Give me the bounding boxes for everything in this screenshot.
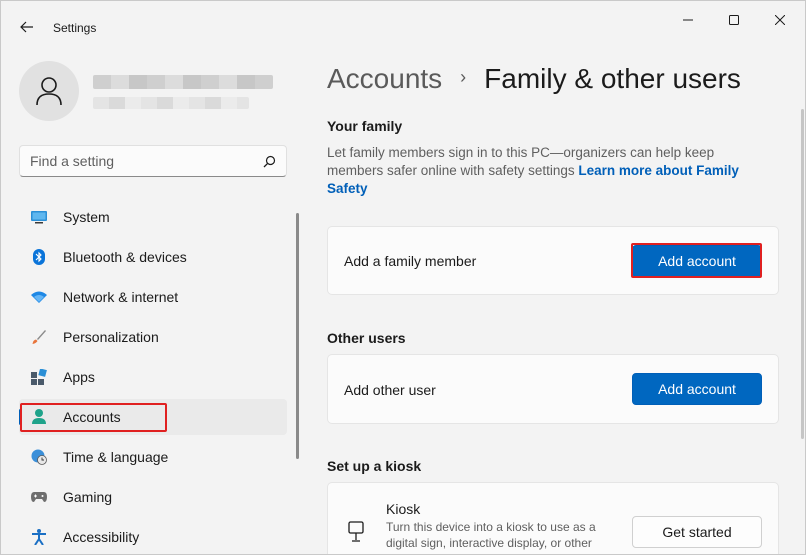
sidebar-item-label: Accounts: [63, 409, 121, 425]
kiosk-description: Turn this device into a kiosk to use as …: [386, 520, 596, 550]
person-icon: [31, 409, 47, 425]
minimize-button[interactable]: [665, 1, 711, 39]
sidebar-item-label: Apps: [63, 369, 95, 385]
sidebar-nav: System Bluetooth & devices Network & int…: [19, 199, 287, 554]
sidebar-scrollbar[interactable]: [296, 213, 299, 459]
app-title: Settings: [53, 21, 97, 35]
sidebar-item-label: System: [63, 209, 110, 225]
settings-window: Settings System: [0, 0, 806, 555]
title-bar: Settings: [1, 1, 805, 49]
card-label: Add other user: [344, 382, 436, 398]
sidebar-item-personalization[interactable]: Personalization: [19, 319, 287, 355]
sidebar-item-label: Network & internet: [63, 289, 179, 305]
maximize-icon: [729, 15, 739, 25]
section-heading-kiosk: Set up a kiosk: [327, 458, 422, 474]
search-box[interactable]: [19, 145, 287, 177]
chevron-right-icon: ›: [460, 66, 467, 87]
maximize-button[interactable]: [711, 1, 757, 39]
monitor-icon: [31, 209, 47, 225]
sidebar-item-label: Personalization: [63, 329, 159, 345]
section-heading-family: Your family: [327, 118, 403, 134]
back-button[interactable]: [13, 13, 41, 41]
breadcrumb-parent[interactable]: Accounts: [327, 63, 442, 95]
kiosk-title: Kiosk: [386, 501, 421, 517]
sidebar-item-label: Gaming: [63, 489, 113, 505]
sidebar-item-label: Bluetooth & devices: [63, 249, 187, 265]
add-other-account-button[interactable]: Add account: [632, 373, 762, 405]
avatar[interactable]: [19, 61, 79, 121]
section-heading-other-users: Other users: [327, 330, 406, 346]
search-icon[interactable]: [262, 154, 276, 168]
close-icon: [775, 15, 785, 25]
globe-clock-icon: [31, 449, 47, 465]
sidebar-item-bluetooth-devices[interactable]: Bluetooth & devices: [19, 239, 287, 275]
brush-icon: [31, 329, 47, 345]
person-icon: [36, 77, 62, 106]
minimize-icon: [683, 19, 693, 21]
page-title: Family & other users: [484, 63, 741, 94]
sidebar-item-label: Accessibility: [63, 529, 140, 545]
main-scrollbar[interactable]: [801, 109, 804, 439]
family-description: Let family members sign in to this PC—or…: [327, 144, 767, 198]
blurred-user-name: [93, 75, 273, 89]
search-input[interactable]: [30, 153, 262, 169]
card-label: Add a family member: [344, 253, 477, 269]
sidebar-item-label: Time & language: [63, 449, 169, 465]
sidebar-item-network-internet[interactable]: Network & internet: [19, 279, 287, 315]
breadcrumb: Accounts › Family & other users: [327, 63, 741, 95]
sidebar-item-accessibility[interactable]: Accessibility: [19, 519, 287, 554]
add-other-user-card: Add other user Add account: [327, 354, 779, 424]
kiosk-icon: [348, 521, 364, 542]
sidebar-item-apps[interactable]: Apps: [19, 359, 287, 395]
arrow-left-icon: [20, 21, 33, 33]
blurred-user-email: [93, 97, 249, 109]
sidebar-item-accounts[interactable]: Accounts: [19, 399, 287, 435]
close-button[interactable]: [757, 1, 803, 39]
apps-icon: [31, 369, 47, 385]
kiosk-card: Kiosk Turn this device into a kiosk to u…: [327, 482, 779, 554]
gamepad-icon: [31, 489, 47, 505]
bluetooth-icon: [31, 249, 47, 265]
add-family-account-button[interactable]: Add account: [632, 245, 762, 277]
add-family-member-card: Add a family member Add account: [327, 226, 779, 295]
sidebar-item-time-language[interactable]: Time & language: [19, 439, 287, 475]
accessibility-icon: [31, 529, 47, 545]
get-started-button[interactable]: Get started: [632, 516, 762, 548]
sidebar-item-system[interactable]: System: [19, 199, 287, 235]
wifi-icon: [31, 289, 47, 305]
sidebar-item-gaming[interactable]: Gaming: [19, 479, 287, 515]
